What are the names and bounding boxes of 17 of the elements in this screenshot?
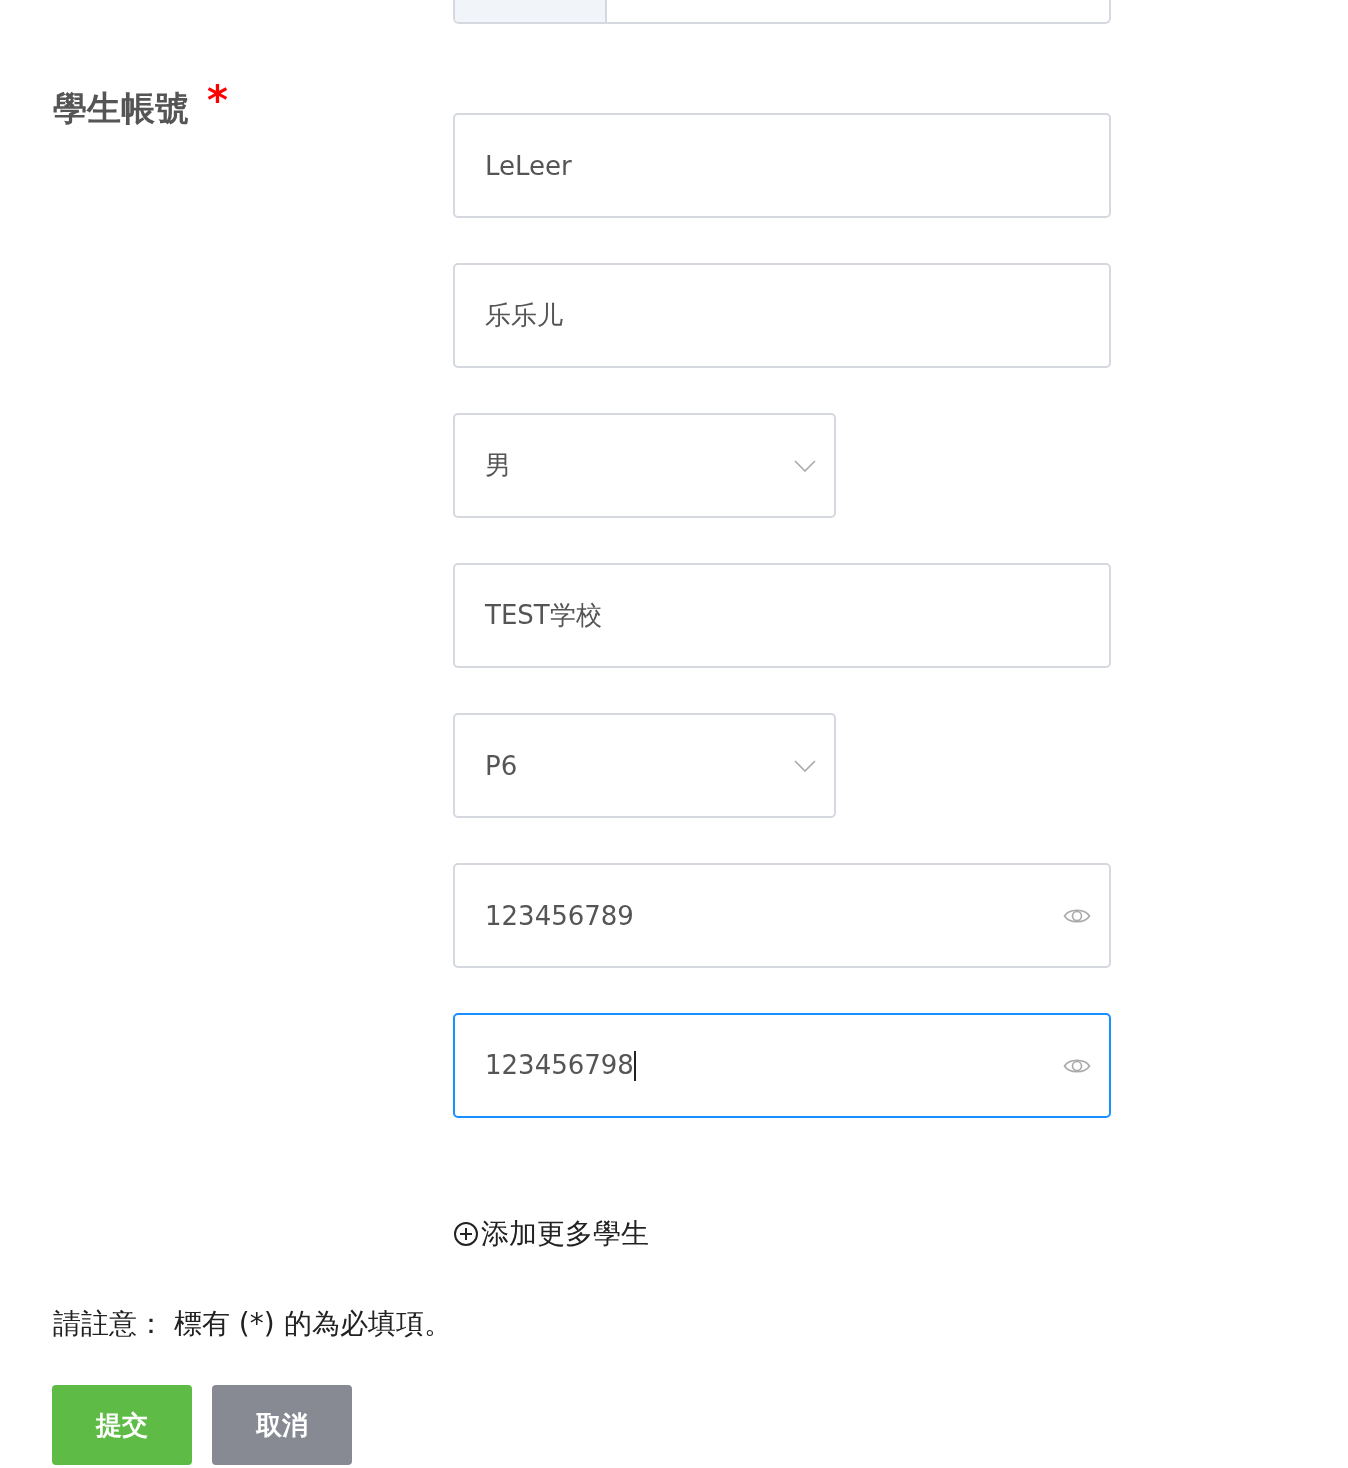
input-field[interactable]: 123456798 (453, 1013, 1111, 1118)
plus-circle-icon (453, 1221, 479, 1247)
chevron-down-icon (794, 759, 816, 772)
input-field[interactable]: 乐乐儿 (453, 263, 1111, 368)
chevron-down-icon (794, 459, 816, 472)
text-cursor (633, 1051, 636, 1082)
dropdown[interactable]: 男 (453, 413, 836, 518)
input-field[interactable]: TEST学校 (453, 563, 1111, 668)
required-note: 請註意： 標有 (*) 的為必填項。 (53, 1306, 453, 1342)
input-field[interactable]: 123456789 (453, 863, 1111, 968)
input-field[interactable] (453, 0, 1111, 24)
dropdown[interactable]: P6 (453, 713, 836, 818)
field-label: 學生帳號 (53, 87, 189, 130)
required-mark: * (207, 80, 228, 120)
input-field[interactable]: LeLeer (453, 113, 1111, 218)
add-student-label[interactable]: 添加更多學生 (481, 1215, 649, 1253)
add-student-link[interactable]: 添加更多學生 (453, 1215, 1111, 1253)
